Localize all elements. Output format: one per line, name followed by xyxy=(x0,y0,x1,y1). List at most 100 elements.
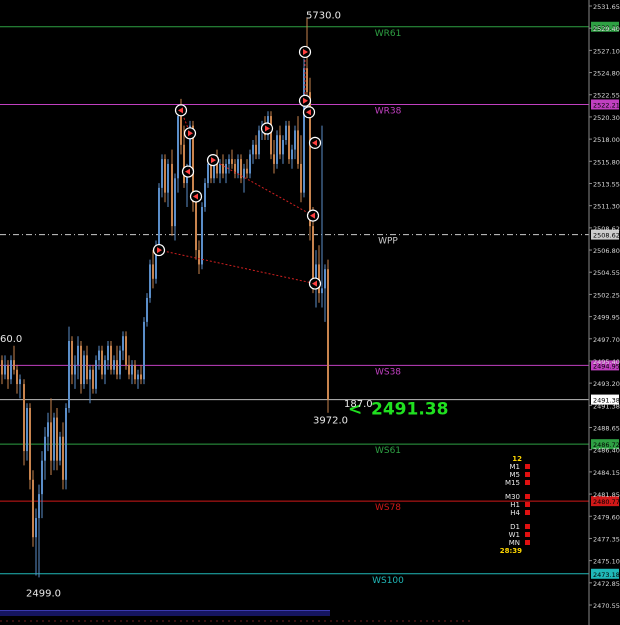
tf-status-box xyxy=(525,532,530,537)
tf-group-3: D1 W1 MN xyxy=(494,523,534,547)
tf-group-1: M1 M5 M15 xyxy=(494,463,534,487)
candle-body xyxy=(26,408,28,452)
price-axis-label: 2486.40 xyxy=(593,447,620,455)
candle-body xyxy=(104,360,106,375)
candle-body xyxy=(56,417,58,461)
tf-item[interactable]: H1 xyxy=(494,501,534,509)
price-axis-label: 2484.15 xyxy=(593,469,620,477)
candle-body xyxy=(77,345,79,365)
tf-item[interactable]: M5 xyxy=(494,471,534,479)
pivot-label: WS38 xyxy=(375,367,401,377)
pivot-label: WS100 xyxy=(372,576,404,586)
candle-body xyxy=(92,369,94,389)
pivot-label: WS61 xyxy=(375,446,401,456)
price-axis-label: 2502.25 xyxy=(593,291,620,299)
candle-body xyxy=(276,135,278,164)
signal-link xyxy=(158,249,316,285)
price-axis-label: 2479.60 xyxy=(593,513,620,521)
tf-label: D1 xyxy=(510,523,520,531)
candle-body xyxy=(50,422,52,461)
candle-body xyxy=(128,364,130,375)
pivot-label: WPP xyxy=(378,237,398,247)
volume-annotation: 5730.0 xyxy=(306,10,341,21)
tf-status-box xyxy=(525,480,530,485)
candle-body xyxy=(255,144,257,155)
candle-body xyxy=(53,417,55,461)
candle-body xyxy=(161,159,163,188)
candle-body xyxy=(285,125,287,140)
price-axis-label: 2504.55 xyxy=(593,269,620,277)
candle-body xyxy=(291,149,293,160)
tf-label: M15 xyxy=(505,479,520,487)
candle-body xyxy=(16,369,18,385)
candle-body xyxy=(249,154,251,174)
candle-body xyxy=(279,135,281,155)
candle-body xyxy=(122,336,124,351)
tf-item[interactable]: M30 xyxy=(494,493,534,501)
candle-body xyxy=(252,144,254,155)
tf-status-box xyxy=(525,524,530,529)
price-axis-label: 2520.30 xyxy=(593,114,620,122)
candle-body xyxy=(240,159,242,179)
tf-item[interactable]: D1 xyxy=(494,523,534,531)
price-axis-label: 2522.55 xyxy=(593,92,620,100)
tf-item[interactable]: M1 xyxy=(494,463,534,471)
volume-annotation: 187.0 xyxy=(344,399,373,410)
price-tag-text: 2522.21 xyxy=(593,101,620,109)
price-axis-label: 2477.35 xyxy=(593,535,620,543)
price-axis-label: 2508.62 xyxy=(593,225,620,233)
tf-item[interactable]: H4 xyxy=(494,509,534,517)
candle-body xyxy=(41,460,43,495)
candle-body xyxy=(167,163,169,193)
candle-body xyxy=(107,345,109,361)
candle-body xyxy=(246,168,248,174)
price-tag-text: 2480.77 xyxy=(593,498,620,506)
price-axis-label: 2495.40 xyxy=(593,358,620,366)
price-axis-label: 2531.65 xyxy=(593,3,620,11)
candle-body xyxy=(164,159,166,193)
tf-status-box xyxy=(525,510,530,515)
price-axis-label: 2506.80 xyxy=(593,247,620,255)
tf-label: M5 xyxy=(509,471,521,479)
candle-body xyxy=(68,341,70,408)
tf-item[interactable]: MN xyxy=(494,539,534,547)
candle-body xyxy=(297,130,299,164)
tf-label: W1 xyxy=(508,531,520,539)
tf-label: H1 xyxy=(510,501,520,509)
tf-status-box xyxy=(525,502,530,507)
time-scale-edge xyxy=(0,610,330,611)
candle-body xyxy=(1,360,3,375)
candle-body xyxy=(119,350,121,375)
price-axis-label: 2499.95 xyxy=(593,314,620,322)
price-axis-label: 2527.10 xyxy=(593,47,620,55)
candle-body xyxy=(89,369,91,380)
tf-group-2: M30 H1 H4 xyxy=(494,493,534,517)
candle-body xyxy=(237,159,239,174)
candle-body xyxy=(86,355,88,380)
tf-item[interactable]: M15 xyxy=(494,479,534,487)
candle-body xyxy=(204,183,206,207)
tf-item[interactable]: W1 xyxy=(494,531,534,539)
candle-body xyxy=(243,168,245,179)
candle-body xyxy=(288,125,290,160)
pivot-label: WR38 xyxy=(375,106,402,116)
price-axis-label: 2518.00 xyxy=(593,136,620,144)
price-axis-label: 2524.80 xyxy=(593,70,620,78)
candle-body xyxy=(116,360,118,375)
candle-body xyxy=(294,130,296,150)
candle-body xyxy=(321,288,323,294)
candle-body xyxy=(152,264,154,279)
candle-body xyxy=(10,360,12,380)
candle-body xyxy=(44,436,46,461)
candle-body xyxy=(258,130,260,155)
price-axis-label: 2529.40 xyxy=(593,25,620,33)
candle-body xyxy=(98,350,100,361)
price-axis-label: 2472.85 xyxy=(593,580,620,588)
candle-body xyxy=(95,360,97,389)
candle-body xyxy=(216,163,218,174)
tf-label: M1 xyxy=(509,463,521,471)
candle-body xyxy=(125,336,127,365)
candle-body xyxy=(146,297,148,322)
candle-body xyxy=(201,207,203,265)
candle-body xyxy=(47,422,49,437)
